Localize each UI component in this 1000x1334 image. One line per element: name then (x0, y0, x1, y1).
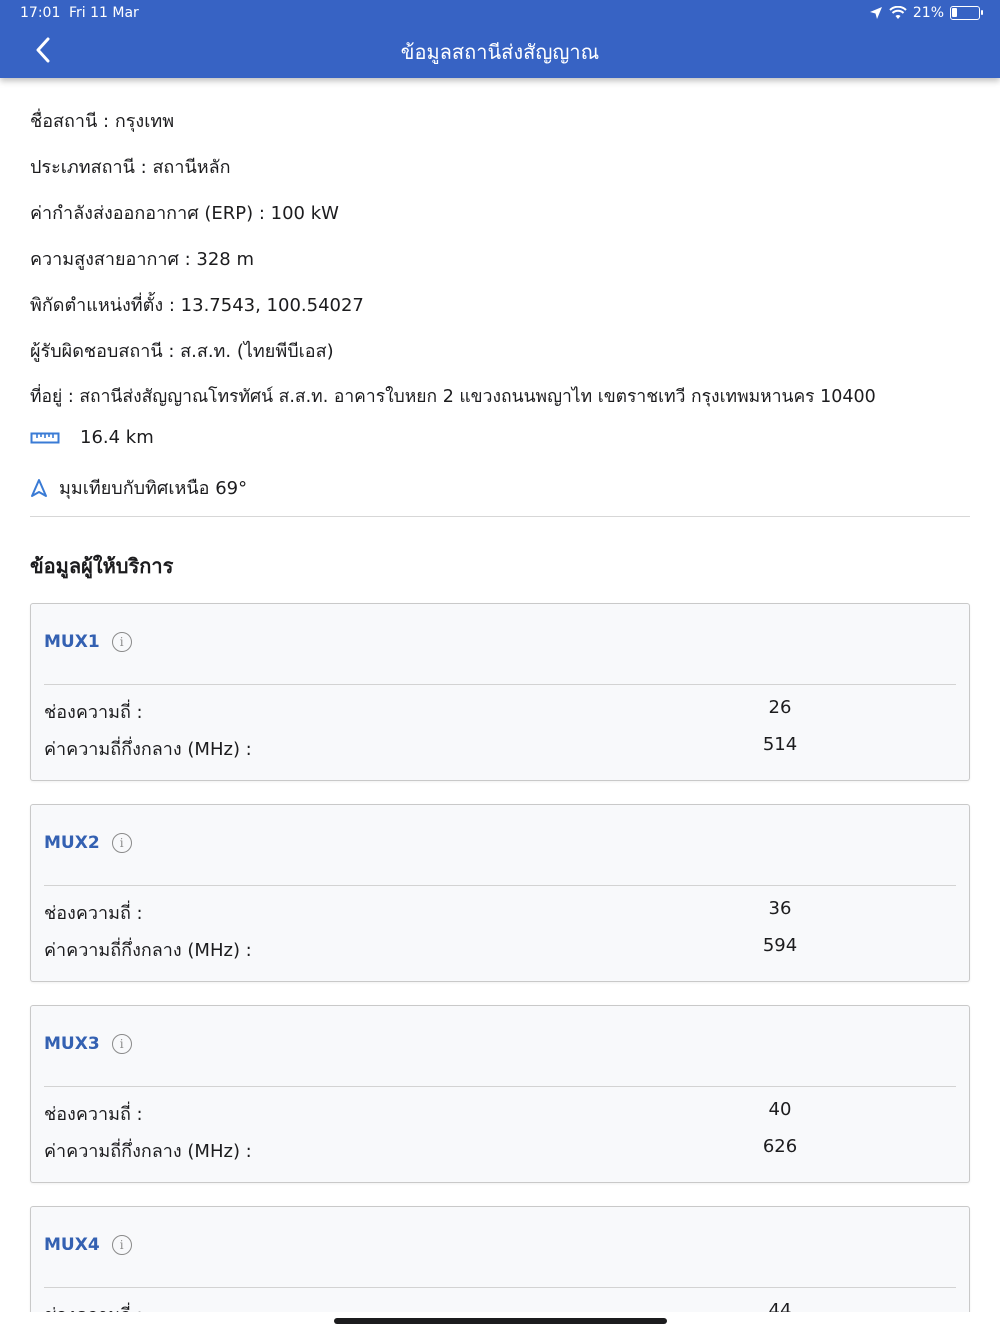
status-time: 17:01 (20, 5, 61, 21)
battery-icon (950, 6, 983, 20)
info-icon[interactable]: i (111, 833, 132, 853)
battery-level (952, 8, 957, 17)
bearing-row: มุมเทียบกับทิศเหนือ 69° (30, 473, 247, 502)
station-type: ประเภทสถานี : สถานีหลัก (30, 157, 231, 178)
frequency-value: 626 (762, 1136, 798, 1157)
mux-name: MUX2 (44, 833, 100, 853)
mux-divider (44, 684, 956, 685)
status-indicators: 21% (869, 5, 983, 21)
mux-name: MUX1 (44, 632, 100, 652)
mux-card-3: MUX3 i ช่องความถี่ : 40 ค่าความถี่กึ่งกล… (30, 1005, 970, 1183)
ruler-icon (30, 432, 60, 443)
mux-divider (44, 1287, 956, 1288)
channel-value: 36 (768, 898, 792, 919)
navigation-header: 17:01 Fri 11 Mar 21% ข้อมูลสถานีส่งสัญญา… (0, 0, 1000, 78)
mux-header: MUX3 i (44, 1034, 132, 1054)
mux-header: MUX2 i (44, 833, 132, 853)
mux-card-4: MUX4 i ช่องความถี่ : 44 (30, 1206, 970, 1312)
info-icon[interactable]: i (111, 632, 132, 652)
mux-divider (44, 885, 956, 886)
home-indicator[interactable] (334, 1318, 667, 1324)
channel-value: 44 (768, 1300, 792, 1312)
mux-card-2: MUX2 i ช่องความถี่ : 36 ค่าความถี่กึ่งกล… (30, 804, 970, 982)
channel-label: ช่องความถี่ : (44, 702, 143, 723)
channel-label: ช่องความถี่ : (44, 1300, 143, 1312)
bearing-value: มุมเทียบกับทิศเหนือ 69° (59, 478, 248, 499)
station-operator: ผู้รับผิดชอบสถานี : ส.ส.ท. (ไทยพีบีเอส) (30, 341, 334, 362)
frequency-label: ค่าความถี่กึ่งกลาง (MHz) : (44, 1141, 252, 1162)
antenna-height: ความสูงสายอากาศ : 328 m (30, 249, 255, 270)
info-icon[interactable]: i (111, 1034, 132, 1054)
providers-section-title: ข้อมูลผู้ให้บริการ (30, 554, 174, 578)
section-divider (30, 516, 970, 517)
mux-header: MUX1 i (44, 632, 132, 652)
page-title: ข้อมูลสถานีส่งสัญญาณ (400, 40, 600, 64)
station-erp: ค่ากำลังส่งออกอากาศ (ERP) : 100 kW (30, 203, 339, 224)
wifi-icon (889, 6, 907, 19)
status-date: Fri 11 Mar (69, 5, 139, 21)
station-detail-content[interactable]: ชื่อสถานี : กรุงเทพ ประเภทสถานี : สถานีห… (0, 78, 1000, 1312)
location-arrow-icon (869, 7, 882, 19)
battery-percent: 21% (912, 5, 944, 21)
frequency-label: ค่าความถี่กึ่งกลาง (MHz) : (44, 739, 252, 760)
channel-label: ช่องความถี่ : (44, 903, 143, 924)
distance-row: 16.4 km (30, 427, 154, 448)
mux-name: MUX3 (44, 1034, 100, 1054)
frequency-value: 514 (762, 734, 798, 755)
status-bar: 17:01 Fri 11 Mar 21% (0, 0, 1000, 26)
channel-value: 40 (768, 1099, 792, 1120)
mux-card-1: MUX1 i ช่องความถี่ : 26 ค่าความถี่กึ่งกล… (30, 603, 970, 781)
info-icon[interactable]: i (111, 1235, 132, 1255)
mux-divider (44, 1086, 956, 1087)
frequency-label: ค่าความถี่กึ่งกลาง (MHz) : (44, 940, 252, 961)
mux-header: MUX4 i (44, 1235, 132, 1255)
channel-label: ช่องความถี่ : (44, 1104, 143, 1125)
mux-name: MUX4 (44, 1235, 100, 1255)
station-address: ที่อยู่ : สถานีส่งสัญญาณโทรทัศน์ ส.ส.ท. … (30, 387, 876, 407)
frequency-value: 594 (762, 935, 798, 956)
station-coordinates: พิกัดตำแหน่งที่ตั้ง : 13.7543, 100.54027 (30, 295, 364, 316)
compass-arrow-icon (31, 478, 47, 497)
station-name: ชื่อสถานี : กรุงเทพ (30, 111, 175, 132)
distance-value: 16.4 km (80, 427, 154, 448)
channel-value: 26 (768, 697, 792, 718)
